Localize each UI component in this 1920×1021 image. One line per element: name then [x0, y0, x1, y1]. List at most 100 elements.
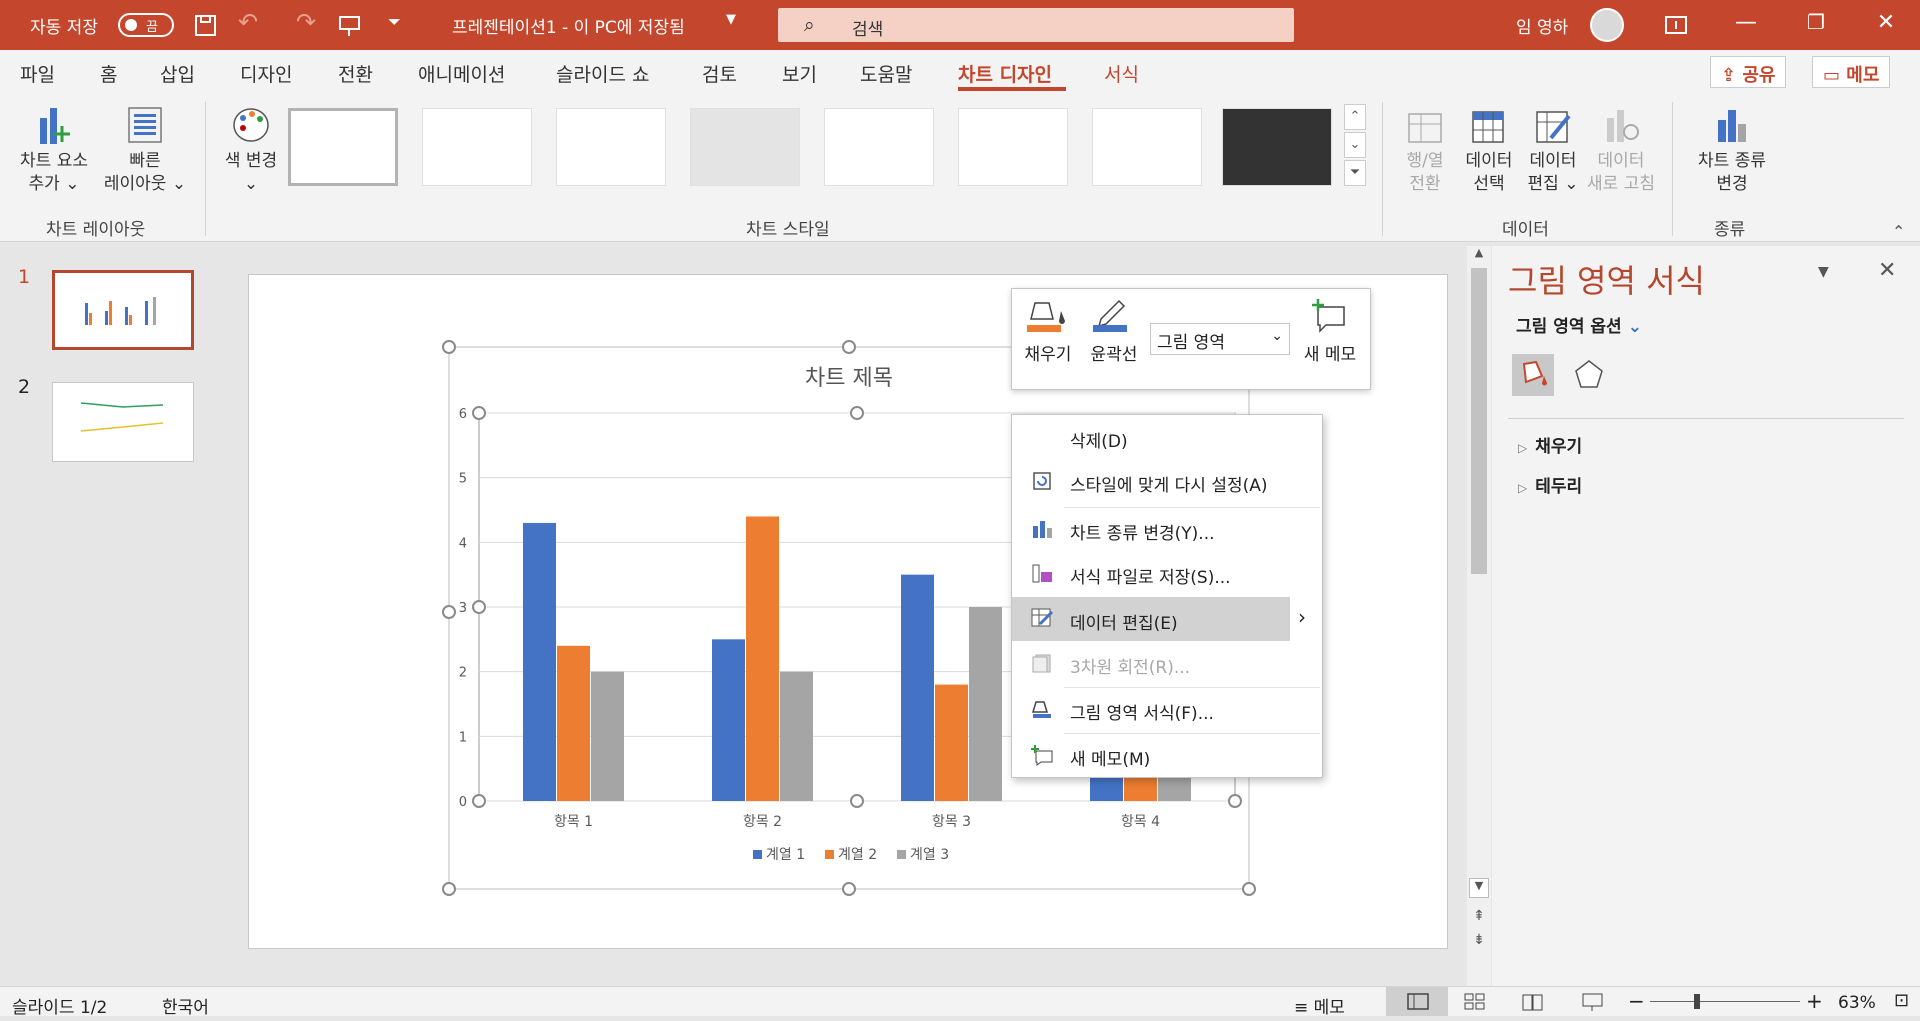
gallery-scroll-down-icon[interactable]: ⌄: [1344, 132, 1366, 158]
bar[interactable]: [901, 574, 934, 801]
quick-layout-button[interactable]: 빠른 레이아웃 ⌄: [100, 104, 190, 196]
user-avatar[interactable]: [1590, 8, 1624, 42]
title-chevron-down-icon[interactable]: ▼: [726, 12, 736, 27]
effects-tab[interactable]: [1568, 354, 1610, 396]
chart-style-1[interactable]: [288, 108, 398, 186]
fill-line-tab[interactable]: [1512, 354, 1554, 396]
section-border[interactable]: ▷ 테두리: [1518, 472, 1582, 497]
change-chart-type-button[interactable]: 차트 종류 변경: [1684, 104, 1780, 196]
menu-item-save-template[interactable]: 서식 파일로 저장(S)...: [1012, 553, 1322, 593]
share-button[interactable]: ⇪ 공유: [1710, 56, 1787, 88]
tab-format[interactable]: 서식: [1104, 60, 1139, 87]
bar[interactable]: [557, 645, 590, 801]
tab-view[interactable]: 보기: [782, 60, 817, 87]
scroll-thumb[interactable]: [1471, 268, 1487, 574]
tab-slideshow[interactable]: 슬라이드 쇼: [556, 60, 649, 87]
plot-handle[interactable]: [472, 600, 486, 614]
bar[interactable]: [746, 516, 779, 801]
fit-to-window-icon[interactable]: ⊡: [1894, 990, 1909, 1011]
pane-options-chevron-icon[interactable]: ▼: [1818, 264, 1829, 280]
outline-button[interactable]: 윤곽선: [1086, 297, 1142, 365]
resize-handle[interactable]: [442, 882, 456, 896]
tab-file[interactable]: 파일: [20, 60, 55, 87]
bar[interactable]: [523, 522, 556, 801]
slide-sorter-icon[interactable]: [1462, 991, 1488, 1013]
edit-data-button[interactable]: 데이터 편집 ⌄: [1520, 104, 1586, 196]
change-colors-button[interactable]: 색 변경 ⌄: [216, 104, 286, 196]
section-fill[interactable]: ▷ 채우기: [1518, 432, 1582, 457]
bar[interactable]: [591, 671, 624, 801]
minimize-icon[interactable]: —: [1726, 10, 1766, 35]
bar[interactable]: [712, 639, 745, 801]
gallery-more-icon[interactable]: ⏷: [1344, 160, 1366, 186]
refresh-data-button[interactable]: 데이터 새로 고침: [1582, 104, 1660, 196]
tab-help[interactable]: 도움말: [860, 60, 912, 87]
pane-close-icon[interactable]: ✕: [1878, 258, 1896, 283]
menu-item-new-comment[interactable]: 새 메모(M): [1012, 735, 1322, 775]
chart-element-dropdown[interactable]: 그림 영역 ⌄: [1150, 323, 1290, 355]
bar[interactable]: [780, 671, 813, 801]
tab-transitions[interactable]: 전환: [338, 60, 373, 87]
scroll-down-icon[interactable]: ▼: [1469, 878, 1489, 898]
bar[interactable]: [935, 684, 968, 801]
select-data-button[interactable]: 데이터 선택: [1456, 104, 1522, 196]
resize-handle[interactable]: [442, 605, 456, 619]
menu-item-format-plot-area[interactable]: 그림 영역 서식(F)...: [1012, 689, 1322, 729]
zoom-in-icon[interactable]: +: [1806, 989, 1823, 1013]
plot-handle[interactable]: [1228, 794, 1242, 808]
gallery-scroll-up-icon[interactable]: ⌃: [1344, 104, 1366, 130]
chart-style-4[interactable]: [690, 108, 800, 186]
reading-view-icon[interactable]: [1520, 991, 1546, 1013]
undo-icon[interactable]: ↶: [238, 8, 258, 36]
resize-handle[interactable]: [842, 882, 856, 896]
chart-style-5[interactable]: [824, 108, 934, 186]
slideshow-view-icon[interactable]: [1580, 991, 1606, 1013]
save-icon[interactable]: [194, 14, 218, 38]
tab-review[interactable]: 검토: [702, 60, 737, 87]
scroll-up-icon[interactable]: ▲: [1469, 246, 1489, 266]
tab-design[interactable]: 디자인: [240, 60, 292, 87]
tab-insert[interactable]: 삽입: [160, 60, 195, 87]
resize-handle[interactable]: [1242, 882, 1256, 896]
start-slideshow-icon[interactable]: [338, 14, 362, 38]
language-status[interactable]: 한국어: [162, 993, 209, 1018]
menu-item-reset-style[interactable]: 스타일에 맞게 다시 설정(A): [1012, 461, 1322, 501]
fill-button[interactable]: 채우기: [1022, 297, 1074, 365]
submenu-arrow-icon[interactable]: ›: [1298, 605, 1306, 629]
chart-style-2[interactable]: [422, 108, 532, 186]
zoom-slider-thumb[interactable]: [1694, 994, 1700, 1009]
comments-button[interactable]: ▭ 메모: [1812, 56, 1891, 88]
chart-style-6[interactable]: [958, 108, 1068, 186]
document-title[interactable]: 프레젠테이션1 - 이 PC에 저장됨: [452, 13, 685, 38]
redo-icon[interactable]: ↷: [296, 8, 316, 36]
collapse-ribbon-icon[interactable]: ⌃: [1892, 222, 1905, 241]
switch-row-column-button[interactable]: 행/열 전환: [1392, 104, 1458, 196]
slide-thumbnail-1[interactable]: [52, 270, 194, 350]
tab-chart-design[interactable]: 차트 디자인: [958, 60, 1052, 87]
plot-handle[interactable]: [472, 406, 486, 420]
menu-item-delete[interactable]: 삭제(D): [1012, 417, 1322, 457]
user-name[interactable]: 임 영하: [1516, 13, 1568, 38]
next-slide-icon[interactable]: ⇟: [1469, 932, 1489, 948]
chart-style-3[interactable]: [556, 108, 666, 186]
menu-item-edit-data[interactable]: 데이터 편집(E): [1012, 597, 1290, 641]
tab-home[interactable]: 홈: [100, 60, 117, 87]
tab-animations[interactable]: 애니메이션: [418, 60, 505, 87]
previous-slide-icon[interactable]: ⇞: [1469, 908, 1489, 924]
close-window-icon[interactable]: ✕: [1866, 10, 1906, 35]
restore-icon[interactable]: ❐: [1796, 10, 1836, 34]
normal-view-button[interactable]: [1386, 987, 1448, 1016]
plot-handle[interactable]: [850, 406, 864, 420]
chart-title[interactable]: 차트 제목: [805, 366, 893, 391]
autosave-toggle[interactable]: 끔: [118, 13, 174, 37]
customize-qat-icon[interactable]: ⏷: [388, 12, 401, 32]
resize-handle[interactable]: [842, 340, 856, 354]
zoom-slider[interactable]: [1650, 1001, 1800, 1002]
resize-handle[interactable]: [442, 340, 456, 354]
pane-options-dropdown[interactable]: 그림 영역 옵션 ⌄: [1516, 312, 1642, 337]
new-comment-button[interactable]: 새 메모: [1292, 297, 1368, 365]
zoom-out-icon[interactable]: −: [1628, 989, 1645, 1013]
chart-style-8[interactable]: [1222, 108, 1332, 186]
vertical-scrollbar[interactable]: ▲ ▼ ⇞ ⇟: [1467, 246, 1491, 986]
add-chart-element-button[interactable]: 차트 요소 추가 ⌄: [12, 104, 96, 196]
